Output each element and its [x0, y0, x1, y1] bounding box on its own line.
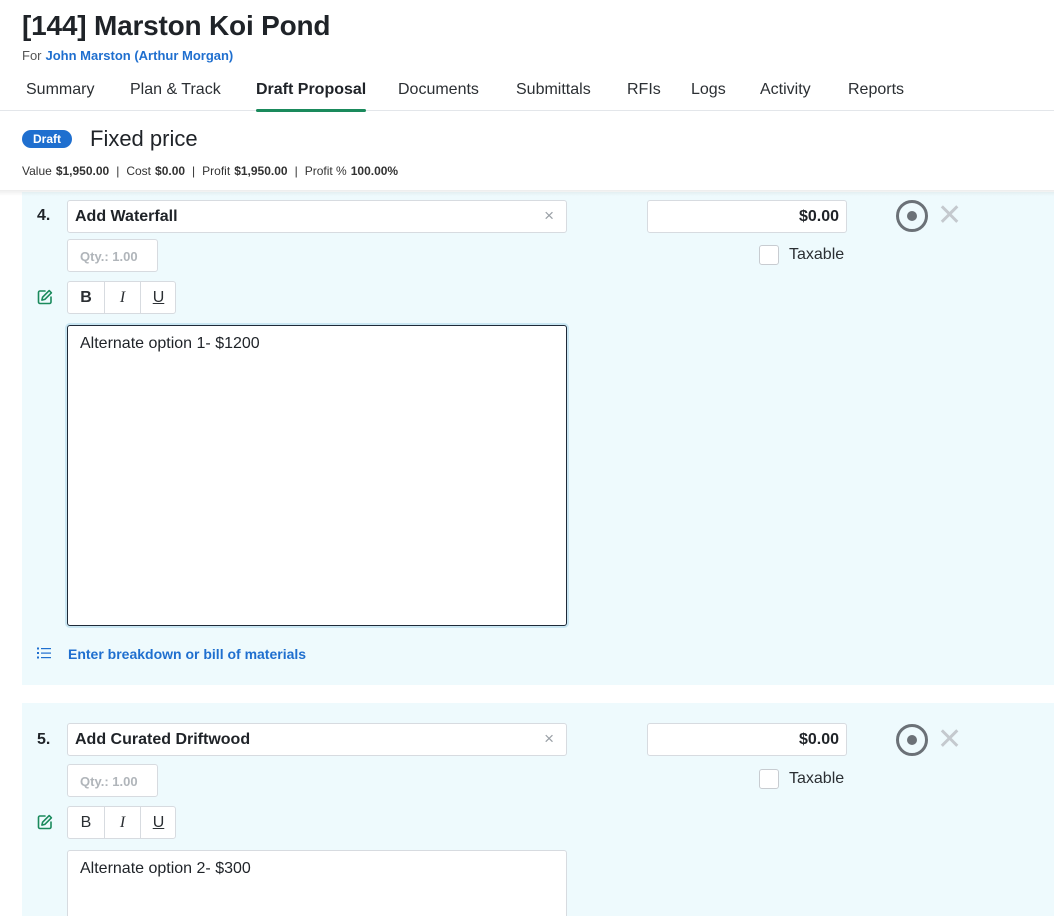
- header-shadow: [0, 190, 1054, 196]
- item-description-textarea[interactable]: Alternate option 2- $300: [67, 850, 567, 916]
- tab-documents[interactable]: Documents: [398, 81, 479, 111]
- tab-logs[interactable]: Logs: [691, 81, 726, 111]
- tab-plan-track[interactable]: Plan & Track: [130, 81, 221, 111]
- status-badge: Draft: [22, 130, 73, 148]
- cost-amount: $0.00: [155, 164, 186, 178]
- pricing-type-title: Fixed price: [90, 126, 198, 151]
- clear-icon[interactable]: ×: [544, 206, 554, 226]
- item-number: 5.: [37, 731, 51, 748]
- line-item-card: 4. Add Waterfall × $0.00 ✕ Taxable Qty.:…: [22, 192, 1054, 685]
- item-name-field[interactable]: Add Curated Driftwood ×: [67, 723, 567, 756]
- profit-pct-amount: 100.00%: [350, 164, 399, 178]
- item-price-field[interactable]: $0.00: [647, 200, 847, 233]
- bold-button[interactable]: B: [68, 807, 104, 838]
- clear-icon[interactable]: ×: [544, 729, 554, 749]
- profit-label: Profit: [202, 164, 231, 178]
- taxable-label: Taxable: [789, 246, 845, 263]
- item-price-field[interactable]: $0.00: [647, 723, 847, 756]
- stats-divider: |: [192, 164, 196, 178]
- page-header: [144] Marston Koi Pond For John Marston (…: [0, 0, 1054, 192]
- value-amount: $1,950.00: [55, 164, 110, 178]
- item-description-textarea[interactable]: Alternate option 1- $1200: [67, 325, 567, 626]
- project-tabs: Summary Plan & Track Draft Proposal Docu…: [0, 76, 1054, 112]
- tab-reports[interactable]: Reports: [848, 81, 904, 111]
- text-format-toolbar: B I U: [67, 281, 176, 314]
- stats-divider: |: [116, 164, 120, 178]
- underline-button[interactable]: U: [140, 807, 176, 838]
- line-item-card: 5. Add Curated Driftwood × $0.00 ✕ Taxab…: [22, 703, 1054, 916]
- stats-divider: |: [294, 164, 298, 178]
- qty-input[interactable]: Qty.: 1.00: [67, 239, 158, 272]
- item-description-value: Alternate option 2- $300: [80, 860, 251, 877]
- edit-icon[interactable]: [37, 814, 53, 830]
- client-link[interactable]: John Marston (Arthur Morgan): [46, 48, 234, 63]
- italic-button[interactable]: I: [104, 282, 140, 313]
- item-price-value: $0.00: [798, 208, 839, 225]
- item-name-value: Add Waterfall: [75, 208, 178, 225]
- profit-pct-label: Profit %: [304, 164, 347, 178]
- qty-input[interactable]: Qty.: 1.00: [67, 764, 158, 797]
- edit-icon[interactable]: [37, 289, 53, 305]
- item-name-field[interactable]: Add Waterfall ×: [67, 200, 567, 233]
- list-icon[interactable]: [37, 647, 51, 659]
- page-title: [144] Marston Koi Pond: [22, 10, 331, 41]
- client-line: For John Marston (Arthur Morgan): [22, 48, 233, 63]
- tab-activity[interactable]: Activity: [760, 81, 811, 111]
- remove-icon[interactable]: ✕: [937, 201, 962, 231]
- item-description-value: Alternate option 1- $1200: [80, 335, 260, 352]
- underline-button[interactable]: U: [140, 282, 176, 313]
- tab-rfis[interactable]: RFIs: [627, 81, 661, 111]
- proposal-stats: Value $1,950.00 | Cost $0.00 | Profit $1,950.00…: [22, 164, 398, 178]
- select-option-radio[interactable]: [896, 724, 928, 756]
- cost-label: Cost: [126, 164, 152, 178]
- item-name-value: Add Curated Driftwood: [75, 731, 251, 748]
- taxable-checkbox[interactable]: [759, 769, 779, 789]
- breakdown-link[interactable]: Enter breakdown or bill of materials: [68, 646, 306, 662]
- bold-button[interactable]: B: [68, 282, 104, 313]
- item-number: 4.: [37, 207, 51, 224]
- value-label: Value: [22, 164, 52, 178]
- tab-submittals[interactable]: Submittals: [516, 81, 591, 111]
- qty-placeholder: Qty.: 1.00: [80, 774, 138, 789]
- tab-draft-proposal[interactable]: Draft Proposal: [256, 81, 367, 112]
- italic-button[interactable]: I: [104, 807, 140, 838]
- select-option-radio[interactable]: [896, 200, 928, 232]
- item-price-value: $0.00: [798, 731, 839, 748]
- tab-summary[interactable]: Summary: [26, 81, 94, 111]
- text-format-toolbar: B I U: [67, 806, 176, 839]
- taxable-label: Taxable: [789, 770, 845, 787]
- taxable-checkbox[interactable]: [759, 245, 779, 265]
- client-prefix: For: [22, 48, 42, 63]
- remove-icon[interactable]: ✕: [937, 725, 962, 755]
- qty-placeholder: Qty.: 1.00: [80, 249, 138, 264]
- profit-amount: $1,950.00: [234, 164, 288, 178]
